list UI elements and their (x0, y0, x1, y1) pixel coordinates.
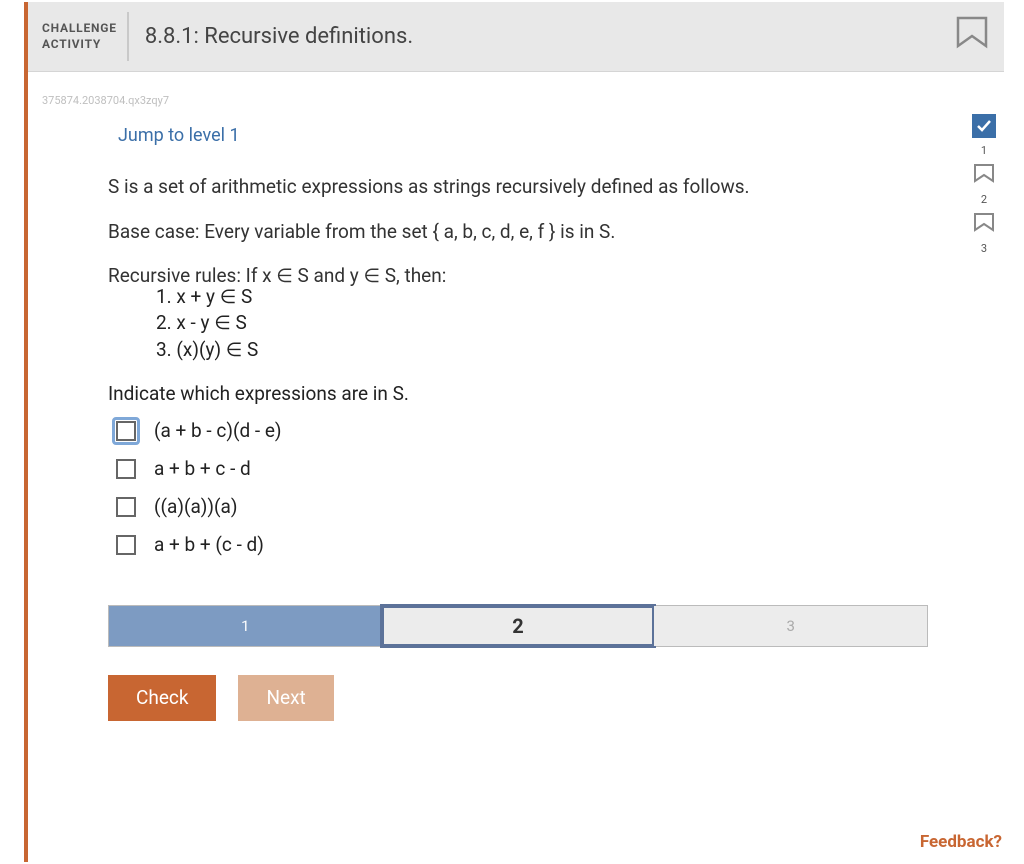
activity-body: 375874.2038704.qx3zqy7 Jump to level 1 1… (28, 72, 1004, 862)
rule-3: 3. (x)(y) ∈ S (156, 337, 868, 364)
checkbox-1[interactable] (116, 421, 136, 441)
rule-2: 2. x - y ∈ S (156, 310, 868, 337)
checkbox-3[interactable] (116, 497, 136, 517)
checkbox-2-wrap (112, 455, 140, 483)
checkbox-4[interactable] (116, 535, 136, 555)
step-3[interactable]: 3 (654, 606, 927, 646)
step-1[interactable]: 1 (109, 606, 382, 646)
option-row-2: a + b + c - d (112, 455, 868, 483)
problem-base-case: Base case: Every variable from the set {… (108, 219, 868, 246)
option-row-4: a + b + (c - d) (112, 531, 868, 559)
activity-title: 8.8.1: Recursive definitions. (129, 2, 413, 71)
button-row: Check Next (108, 675, 868, 721)
level-indicator-strip: 1 2 3 (968, 114, 1000, 255)
activity-container: CHALLENGE ACTIVITY 8.8.1: Recursive defi… (24, 2, 1004, 862)
label-line-1: CHALLENGE (42, 21, 117, 37)
step-progress-bar: 1 2 3 (108, 605, 928, 647)
level-number-3: 3 (981, 242, 987, 255)
options-list: (a + b - c)(d - e) a + b + c - d ((a)(a)… (112, 417, 868, 559)
check-button[interactable]: Check (108, 675, 216, 721)
problem-prompt: Indicate which expressions are in S. (108, 382, 868, 405)
checkbox-1-wrap (112, 417, 140, 445)
level-box-3[interactable] (972, 212, 996, 236)
option-text-4: a + b + (c - d) (154, 533, 264, 556)
challenge-activity-label: CHALLENGE ACTIVITY (28, 2, 127, 71)
option-row-1: (a + b - c)(d - e) (112, 417, 868, 445)
step-2[interactable]: 2 (382, 606, 655, 646)
activity-header: CHALLENGE ACTIVITY 8.8.1: Recursive defi… (28, 2, 1004, 72)
rules-list: 1. x + y ∈ S 2. x - y ∈ S 3. (x)(y) ∈ S (156, 284, 868, 364)
jump-to-level-link[interactable]: Jump to level 1 (118, 125, 240, 146)
problem-content: S is a set of arithmetic expressions as … (108, 174, 868, 721)
option-row-3: ((a)(a))(a) (112, 493, 868, 521)
question-id: 375874.2038704.qx3zqy7 (42, 94, 990, 107)
feedback-link[interactable]: Feedback? (920, 832, 1002, 852)
bookmark-icon[interactable] (954, 16, 990, 62)
option-text-2: a + b + c - d (154, 457, 251, 480)
checkbox-3-wrap (112, 493, 140, 521)
checkbox-2[interactable] (116, 459, 136, 479)
option-text-1: (a + b - c)(d - e) (154, 419, 282, 442)
level-number-1: 1 (981, 144, 987, 157)
checkbox-4-wrap (112, 531, 140, 559)
option-text-3: ((a)(a))(a) (154, 495, 237, 518)
level-box-1[interactable] (972, 114, 996, 138)
next-button[interactable]: Next (238, 675, 333, 721)
problem-intro: S is a set of arithmetic expressions as … (108, 174, 868, 201)
level-number-2: 2 (981, 193, 987, 206)
label-line-2: ACTIVITY (42, 37, 117, 53)
level-box-2[interactable] (972, 163, 996, 187)
